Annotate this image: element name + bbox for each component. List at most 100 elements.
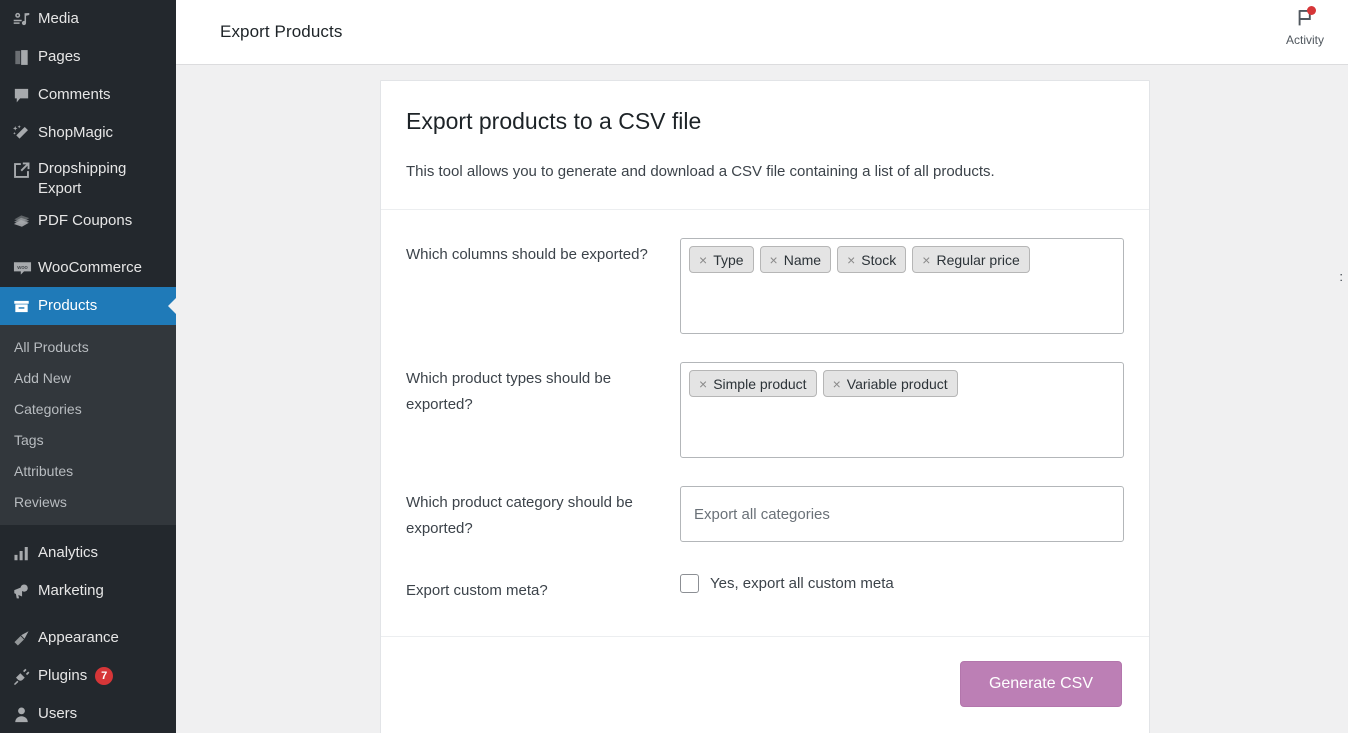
category-label: Which product category should be exporte… (406, 486, 680, 542)
token-remove-icon[interactable]: × (770, 253, 778, 267)
token-remove-icon[interactable]: × (847, 253, 855, 267)
sidebar-item-label: Plugins (38, 666, 87, 686)
submenu-label: Tags (14, 432, 44, 448)
sidebar-item-label: Comments (38, 85, 111, 105)
generate-csv-button[interactable]: Generate CSV (960, 661, 1122, 707)
sidebar-item-label: Users (38, 704, 77, 724)
submenu-label: Add New (14, 370, 71, 386)
external-link-icon (12, 159, 38, 181)
admin-sidebar: Media Pages Comments (0, 0, 176, 733)
svg-text:woo: woo (16, 265, 27, 271)
magic-wand-icon (12, 122, 38, 144)
page-content: : Export products to a CSV file This too… (176, 65, 1348, 733)
custom-meta-checkbox[interactable] (680, 574, 699, 593)
sidebar-item-label: ShopMagic (38, 123, 113, 143)
sidebar-item-label: WooCommerce (38, 258, 142, 278)
token-name[interactable]: × Name (760, 246, 832, 273)
sidebar-item-reviews[interactable]: Reviews (0, 486, 176, 517)
page-topbar: Export Products Activity (176, 0, 1348, 65)
products-icon (12, 295, 38, 317)
pages-icon (12, 46, 38, 68)
token-variable-product[interactable]: × Variable product (823, 370, 958, 397)
token-label: Simple product (713, 376, 806, 392)
columns-label: Which columns should be exported? (406, 238, 680, 268)
sidebar-item-label: Media (38, 9, 79, 29)
sidebar-item-shopmagic[interactable]: ShopMagic (0, 114, 176, 152)
field-row-category: Which product category should be exporte… (406, 472, 1124, 556)
sidebar-item-tags[interactable]: Tags (0, 424, 176, 455)
page-title: Export Products (220, 22, 342, 42)
token-label: Regular price (936, 252, 1019, 268)
activity-label: Activity (1286, 33, 1324, 47)
columns-token-input[interactable]: × Type × Name × Stock (680, 238, 1124, 334)
category-placeholder: Export all categories (694, 506, 830, 523)
submenu-label: Attributes (14, 463, 73, 479)
sidebar-item-pdf-coupons[interactable]: PDF Coupons (0, 202, 176, 240)
sidebar-item-comments[interactable]: Comments (0, 76, 176, 114)
token-simple-product[interactable]: × Simple product (689, 370, 817, 397)
card-footer: Generate CSV (381, 637, 1149, 733)
token-remove-icon[interactable]: × (833, 377, 841, 391)
sidebar-item-dropshipping-export[interactable]: Dropshipping Export (0, 152, 176, 202)
sidebar-item-analytics[interactable]: Analytics (0, 534, 176, 572)
sidebar-separator (0, 525, 176, 534)
submenu-label: Reviews (14, 494, 67, 510)
token-remove-icon[interactable]: × (699, 253, 707, 267)
export-products-card: Export products to a CSV file This tool … (380, 80, 1150, 733)
sidebar-item-woocommerce[interactable]: woo WooCommerce (0, 249, 176, 287)
token-label: Name (784, 252, 821, 268)
edge-marker: : (1339, 270, 1343, 283)
sidebar-separator (0, 240, 176, 249)
activity-button[interactable]: Activity (1274, 6, 1336, 47)
flag-icon (1293, 6, 1317, 30)
token-remove-icon[interactable]: × (699, 377, 707, 391)
export-form: Which columns should be exported? × Type… (381, 210, 1149, 636)
media-icon (12, 8, 38, 30)
sidebar-item-attributes[interactable]: Attributes (0, 455, 176, 486)
sidebar-item-add-new[interactable]: Add New (0, 362, 176, 393)
paintbrush-icon (12, 627, 38, 649)
sidebar-item-media[interactable]: Media (0, 0, 176, 38)
sidebar-item-pages[interactable]: Pages (0, 38, 176, 76)
token-label: Stock (861, 252, 896, 268)
custom-meta-checkbox-label: Yes, export all custom meta (710, 575, 894, 592)
category-select-input[interactable]: Export all categories (680, 486, 1124, 542)
card-header: Export products to a CSV file This tool … (381, 81, 1149, 209)
token-regular-price[interactable]: × Regular price (912, 246, 1029, 273)
token-label: Variable product (847, 376, 948, 392)
sidebar-item-label: Pages (38, 47, 81, 67)
sidebar-item-label: Products (38, 296, 97, 316)
sidebar-item-marketing[interactable]: Marketing (0, 572, 176, 610)
token-stock[interactable]: × Stock (837, 246, 906, 273)
sidebar-item-users[interactable]: Users (0, 695, 176, 733)
user-icon (12, 703, 38, 725)
card-description: This tool allows you to generate and dow… (406, 161, 1124, 184)
woocommerce-icon: woo (12, 257, 38, 279)
sidebar-item-label: Appearance (38, 628, 119, 648)
sidebar-item-label: Marketing (38, 581, 104, 601)
sidebar-separator (0, 610, 176, 619)
sidebar-item-appearance[interactable]: Appearance (0, 619, 176, 657)
token-remove-icon[interactable]: × (922, 253, 930, 267)
custom-meta-check-row: Yes, export all custom meta (680, 574, 1124, 593)
sidebar-item-products[interactable]: Products (0, 287, 176, 325)
sidebar-item-all-products[interactable]: All Products (0, 331, 176, 362)
sidebar-item-label: PDF Coupons (38, 211, 132, 231)
field-row-product-types: Which product types should be exported? … (406, 348, 1124, 472)
card-title: Export products to a CSV file (406, 107, 1124, 137)
sidebar-item-plugins[interactable]: Plugins 7 (0, 657, 176, 695)
custom-meta-label: Export custom meta? (406, 574, 680, 604)
comments-icon (12, 84, 38, 106)
megaphone-icon (12, 580, 38, 602)
submenu-label: All Products (14, 339, 89, 355)
plugins-update-badge: 7 (95, 667, 113, 685)
sidebar-item-categories[interactable]: Categories (0, 393, 176, 424)
admin-page: Media Pages Comments (0, 0, 1348, 733)
products-submenu: All Products Add New Categories Tags Att… (0, 325, 176, 525)
sidebar-item-label: Dropshipping Export (38, 159, 148, 199)
analytics-icon (12, 542, 38, 564)
plug-icon (12, 665, 38, 687)
coupons-icon (12, 210, 38, 232)
product-types-token-input[interactable]: × Simple product × Variable product (680, 362, 1124, 458)
token-type[interactable]: × Type (689, 246, 754, 273)
